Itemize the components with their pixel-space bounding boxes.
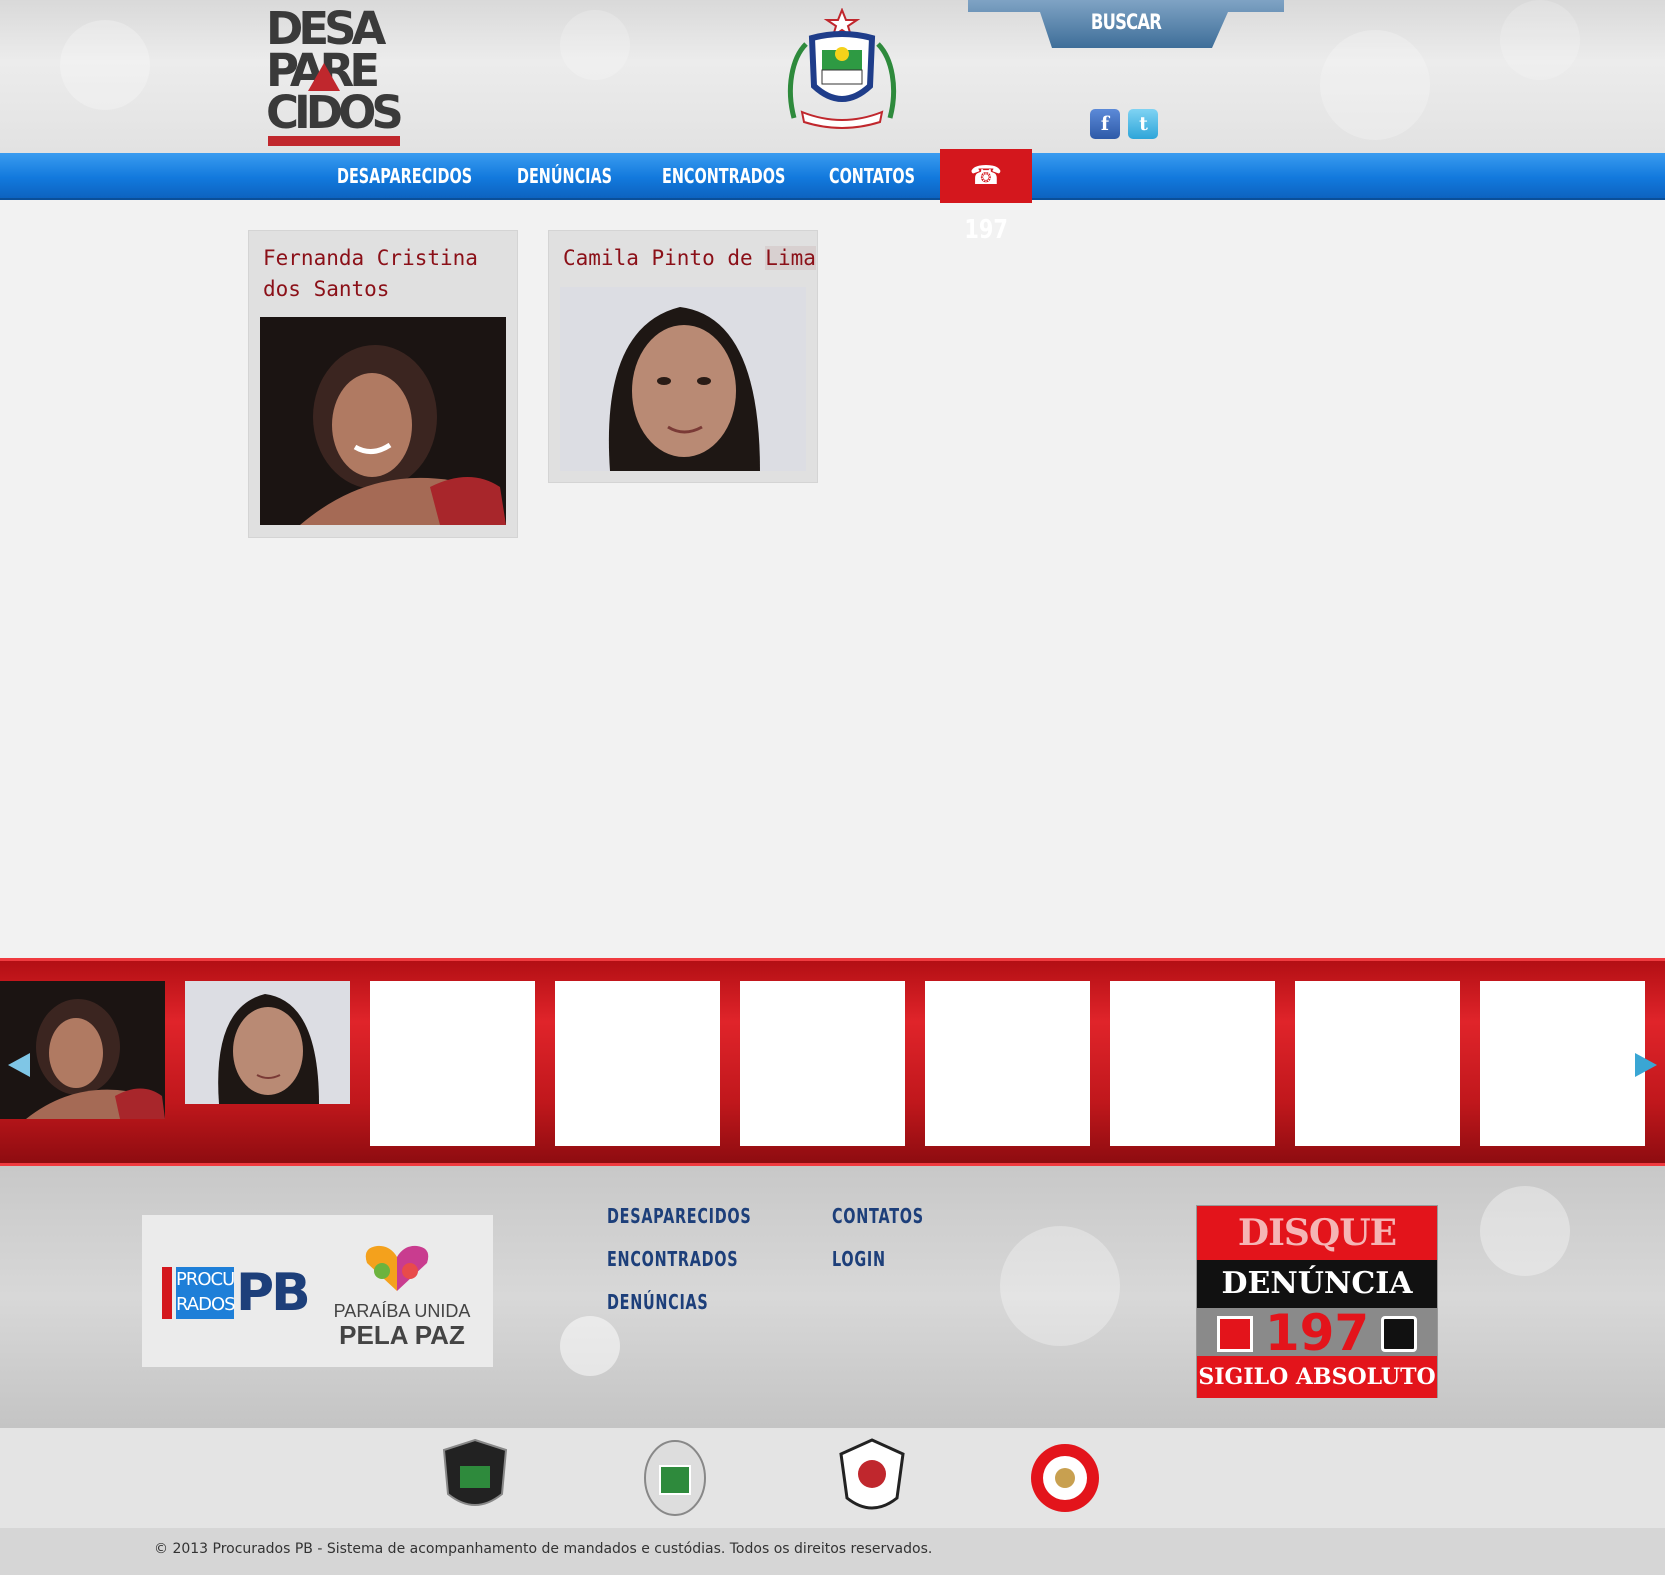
person-card[interactable]: Fernanda Cristina dos Santos	[248, 230, 518, 538]
footer-link-encontrados[interactable]: ENCONTRADOS	[607, 1247, 738, 1271]
logo-line-3: CIDOS	[266, 86, 404, 139]
institution-badges	[0, 1428, 1665, 1528]
person-photo-camila[interactable]	[560, 287, 806, 471]
carousel-thumb[interactable]	[740, 981, 905, 1146]
main-navigation: DESAPARECIDOS DENÚNCIAS ENCONTRADOS CONT…	[0, 153, 1665, 200]
nav-denuncias[interactable]: DENÚNCIAS	[517, 153, 612, 200]
copyright-bar: © 2013 Procurados PB - Sistema de acompa…	[0, 1528, 1665, 1575]
social-links: f t	[1090, 109, 1162, 139]
carousel-thumb[interactable]	[1295, 981, 1460, 1146]
carousel-thumb[interactable]	[0, 981, 165, 1119]
footer-link-contatos[interactable]: CONTATOS	[832, 1204, 924, 1228]
facebook-icon[interactable]: f	[1090, 109, 1120, 139]
footer-link-desaparecidos[interactable]: DESAPARECIDOS	[607, 1204, 751, 1228]
desaparecidos-logo[interactable]: DESA PARE CIDOS	[266, 6, 436, 146]
phone-number: 197	[964, 215, 1008, 245]
person-card[interactable]: Camila Pinto de Lima	[548, 230, 818, 483]
paraiba-unida-pela-paz-logo[interactable]: PARAÍBA UNIDA PELA PAZ	[332, 1243, 472, 1353]
arrow-right-icon[interactable]	[1635, 1053, 1657, 1077]
policia-militar-badge[interactable]	[640, 1438, 710, 1518]
puzzle-heart-icon	[365, 1245, 429, 1291]
partners-box: PROCU RADOS PB PARAÍBA UNIDA PELA PAZ	[142, 1215, 493, 1367]
paraiba-coat-of-arms	[787, 8, 897, 129]
carousel-thumb[interactable]	[185, 981, 350, 1104]
person-name-text: Camila Pinto de	[563, 246, 766, 270]
nav-phone-197[interactable]: ☎ 197	[940, 149, 1032, 245]
nav-encontrados[interactable]: ENCONTRADOS	[662, 153, 785, 200]
nav-desaparecidos[interactable]: DESAPARECIDOS	[337, 153, 472, 200]
copyright-text: © 2013 Procurados PB - Sistema de acompa…	[154, 1541, 933, 1557]
person-name[interactable]: Camila Pinto de Lima	[563, 243, 816, 274]
carousel-thumb[interactable]	[555, 981, 720, 1146]
person-name-highlight: Lima	[765, 246, 816, 270]
person-photo-fernanda[interactable]	[260, 317, 506, 525]
paraiba-flag-icon	[1217, 1316, 1253, 1352]
carousel-thumb[interactable]	[370, 981, 535, 1146]
arrow-left-icon[interactable]	[8, 1053, 30, 1077]
corpo-bombeiros-badge[interactable]	[1030, 1438, 1100, 1518]
carousel-thumb[interactable]	[925, 981, 1090, 1146]
carousel-thumb[interactable]	[1480, 981, 1645, 1146]
logo-underline	[268, 136, 400, 146]
twitter-icon[interactable]: t	[1128, 109, 1159, 139]
footer-link-denuncias[interactable]: DENÚNCIAS	[607, 1290, 709, 1314]
policia-civil-badge[interactable]	[440, 1438, 510, 1518]
person-name[interactable]: Fernanda Cristina dos Santos	[263, 243, 503, 305]
footer-link-login[interactable]: LOGIN	[832, 1247, 886, 1271]
site-header: DESA PARE CIDOS BUSCAR f t	[0, 0, 1665, 153]
instituto-policia-cientifica-badge[interactable]	[837, 1438, 907, 1518]
police-badge-icon	[1381, 1316, 1417, 1352]
disque-denuncia-banner[interactable]: DISQUE DENÚNCIA 197 SIGILO ABSOLUTO	[1196, 1205, 1438, 1398]
logo-triangle	[308, 63, 340, 91]
phone-icon: ☎	[969, 161, 1003, 191]
nav-contatos[interactable]: CONTATOS	[829, 153, 915, 200]
carousel-thumb[interactable]	[1110, 981, 1275, 1146]
missing-persons-carousel	[0, 958, 1665, 1166]
site-footer: PROCU RADOS PB PARAÍBA UNIDA PELA PAZ DE…	[0, 1166, 1665, 1428]
